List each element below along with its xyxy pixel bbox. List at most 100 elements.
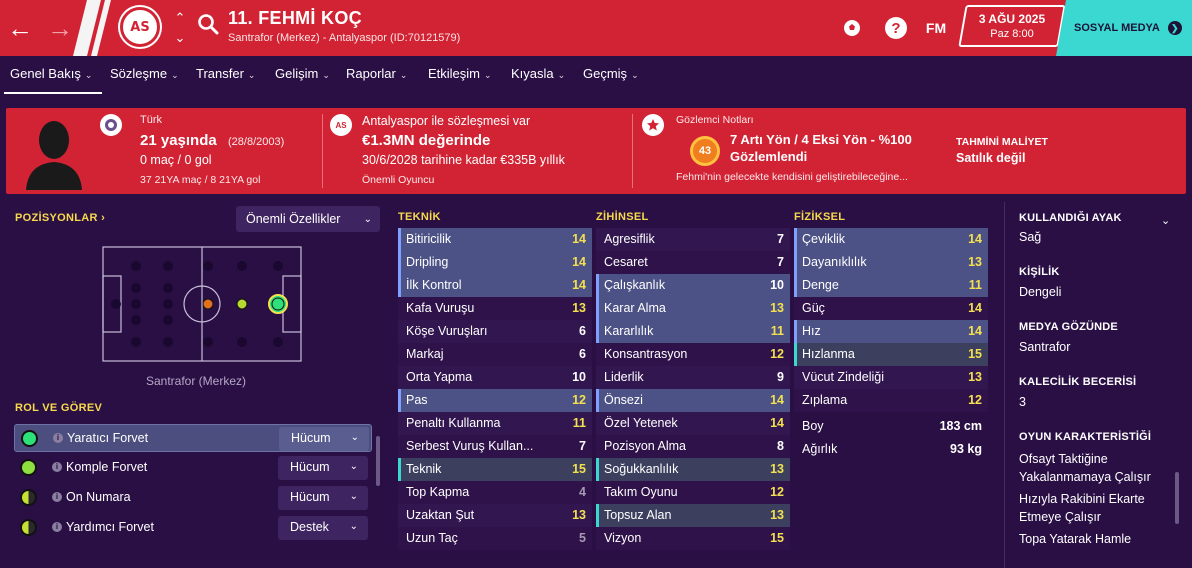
tab-transfer[interactable]: Transfer ⌄ bbox=[196, 66, 255, 81]
traits-scrollbar[interactable] bbox=[1175, 472, 1179, 524]
attribute-name: Özel Yetenek bbox=[604, 416, 678, 430]
chevron-down-icon[interactable]: ⌄ bbox=[170, 28, 190, 48]
chevron-down-icon: ⌄ bbox=[247, 70, 256, 80]
attribute-row[interactable]: Penaltı Kullanma 11 bbox=[398, 412, 592, 435]
key-attributes-dropdown[interactable]: Önemli Özellikler ⌄ bbox=[236, 206, 380, 232]
attribute-row[interactable]: Dripling 14 bbox=[398, 251, 592, 274]
chevron-up-icon[interactable]: ⌃ bbox=[170, 8, 190, 28]
attribute-row[interactable]: Hızlanma 15 bbox=[794, 343, 988, 366]
attribute-row[interactable]: Dayanıklılık 13 bbox=[794, 251, 988, 274]
help-icon[interactable]: ? bbox=[882, 14, 910, 42]
attribute-name: Vücut Zindeliği bbox=[802, 370, 884, 384]
duty-dropdown[interactable]: Destek ⌄ bbox=[278, 516, 368, 540]
attribute-row[interactable]: Çeviklik 14 bbox=[794, 228, 988, 251]
player-name: 11. FEHMİ KOÇ bbox=[228, 8, 362, 28]
attribute-value: 13 bbox=[770, 462, 784, 476]
info-icon[interactable]: i bbox=[52, 492, 62, 502]
attribute-row[interactable]: Pas 12 bbox=[398, 389, 592, 412]
height-row: Boy 183 cm bbox=[802, 419, 982, 433]
role-row[interactable]: i Yardımcı Forvet Destek ⌄ bbox=[14, 514, 372, 542]
attribute-row[interactable]: Markaj 6 bbox=[398, 343, 592, 366]
attribute-row[interactable]: Soğukkanlılık 13 bbox=[596, 458, 790, 481]
role-row[interactable]: i Komple Forvet Hücum ⌄ bbox=[14, 454, 372, 482]
attribute-row[interactable]: Serbest Vuruş Kullan... 7 bbox=[398, 435, 592, 458]
info-icon[interactable]: i bbox=[52, 462, 62, 472]
attribute-row[interactable]: Liderlik 9 bbox=[596, 366, 790, 389]
tab-history[interactable]: Geçmiş ⌄ bbox=[583, 66, 639, 81]
chevron-down-icon[interactable]: ⌄ bbox=[1161, 214, 1170, 227]
scout-note[interactable]: Fehmi'nin gelecekte kendisini geliştireb… bbox=[676, 171, 908, 183]
attribute-row[interactable]: Agresiflik 7 bbox=[596, 228, 790, 251]
attribute-row[interactable]: Uzun Taç 5 bbox=[398, 527, 592, 550]
role-row[interactable]: i Yaratıcı Forvet Hücum ⌄ bbox=[14, 424, 372, 452]
attribute-name: Dayanıklılık bbox=[802, 255, 867, 269]
back-arrow-icon[interactable]: ← bbox=[0, 0, 40, 56]
attribute-name: Penaltı Kullanma bbox=[406, 416, 501, 430]
goalkeeping-label: KALECİLİK BECERİSİ bbox=[1019, 376, 1137, 388]
tab-development[interactable]: Gelişim ⌄ bbox=[275, 66, 330, 81]
scout-notes-title: Gözlemci Notları bbox=[676, 114, 754, 126]
attribute-row[interactable]: İlk Kontrol 14 bbox=[398, 274, 592, 297]
club-crest-icon[interactable]: AS bbox=[330, 114, 352, 136]
star-icon[interactable] bbox=[642, 114, 664, 136]
positions-title[interactable]: POZİSYONLAR › bbox=[15, 212, 105, 224]
roles-scrollbar[interactable] bbox=[376, 436, 380, 486]
tab-compare[interactable]: Kıyasla ⌄ bbox=[511, 66, 565, 81]
attribute-name: Hızlanma bbox=[802, 347, 855, 361]
attribute-row[interactable]: Konsantrasyon 12 bbox=[596, 343, 790, 366]
attribute-row[interactable]: Topsuz Alan 13 bbox=[596, 504, 790, 527]
info-icon[interactable]: i bbox=[52, 522, 62, 532]
attribute-row[interactable]: Orta Yapma 10 bbox=[398, 366, 592, 389]
attribute-row[interactable]: Köşe Vuruşları 6 bbox=[398, 320, 592, 343]
attribute-row[interactable]: Çalışkanlık 10 bbox=[596, 274, 790, 297]
attribute-row[interactable]: Zıplama 12 bbox=[794, 389, 988, 412]
attribute-row[interactable]: Özel Yetenek 14 bbox=[596, 412, 790, 435]
attribute-row[interactable]: Bitiricilik 14 bbox=[398, 228, 592, 251]
contract-club: Antalyaspor ile sözleşmesi var bbox=[362, 114, 531, 128]
attribute-name: Çeviklik bbox=[802, 232, 846, 246]
attribute-row[interactable]: Takım Oyunu 12 bbox=[596, 481, 790, 504]
scout-rating-badge[interactable]: 43 bbox=[690, 136, 720, 166]
attribute-name: Konsantrasyon bbox=[604, 347, 688, 361]
duty-dropdown[interactable]: Hücum ⌄ bbox=[279, 427, 369, 451]
attribute-row[interactable]: Vizyon 15 bbox=[596, 527, 790, 550]
role-row[interactable]: i On Numara Hücum ⌄ bbox=[14, 484, 372, 512]
fm-menu-button[interactable]: FM bbox=[922, 14, 950, 42]
attribute-row[interactable]: Uzaktan Şut 13 bbox=[398, 504, 592, 527]
chevron-right-icon: › bbox=[101, 212, 106, 224]
attribute-name: İlk Kontrol bbox=[406, 278, 462, 292]
club-crest-icon[interactable]: AS bbox=[120, 7, 160, 47]
duty-dropdown[interactable]: Hücum ⌄ bbox=[278, 456, 368, 480]
youth-apps: 37 21YA maç / 8 21YA gol bbox=[140, 174, 261, 186]
nationality-flag-icon[interactable] bbox=[100, 114, 122, 136]
attribute-row[interactable]: Kafa Vuruşu 13 bbox=[398, 297, 592, 320]
attribute-row[interactable]: Cesaret 7 bbox=[596, 251, 790, 274]
attribute-row[interactable]: Önsezi 14 bbox=[596, 389, 790, 412]
attribute-row[interactable]: Kararlılık 11 bbox=[596, 320, 790, 343]
tab-interaction[interactable]: Etkileşim ⌄ bbox=[428, 66, 492, 81]
attribute-value: 12 bbox=[968, 393, 982, 407]
divider bbox=[632, 114, 633, 188]
attribute-row[interactable]: Top Kapma 4 bbox=[398, 481, 592, 504]
tab-contract[interactable]: Sözleşme ⌄ bbox=[110, 66, 179, 81]
match-ball-icon[interactable] bbox=[838, 14, 866, 42]
social-media-button[interactable]: SOSYAL MEDYA ❯ bbox=[1056, 0, 1192, 56]
attribute-row[interactable]: Güç 14 bbox=[794, 297, 988, 320]
attribute-row[interactable]: Hız 14 bbox=[794, 320, 988, 343]
attribute-row[interactable]: Pozisyon Alma 8 bbox=[596, 435, 790, 458]
attribute-row[interactable]: Teknik 15 bbox=[398, 458, 592, 481]
attribute-name: Karar Alma bbox=[604, 301, 666, 315]
attribute-row[interactable]: Vücut Zindeliği 13 bbox=[794, 366, 988, 389]
attribute-value: 7 bbox=[777, 232, 784, 246]
chevron-down-icon: ⌄ bbox=[631, 70, 639, 80]
tab-overview[interactable]: Genel Bakış ⌄ bbox=[10, 66, 92, 81]
attribute-row[interactable]: Karar Alma 13 bbox=[596, 297, 790, 320]
search-icon[interactable] bbox=[196, 12, 222, 38]
info-icon[interactable]: i bbox=[53, 433, 63, 443]
attribute-value: 13 bbox=[770, 508, 784, 522]
attribute-row[interactable]: Denge 11 bbox=[794, 274, 988, 297]
preferred-foot-label: KULLANDIĞI AYAK bbox=[1019, 212, 1122, 224]
player-switch-arrows[interactable]: ⌃ ⌄ bbox=[170, 8, 190, 48]
duty-dropdown[interactable]: Hücum ⌄ bbox=[278, 486, 368, 510]
tab-reports[interactable]: Raporlar ⌄ bbox=[346, 66, 407, 81]
